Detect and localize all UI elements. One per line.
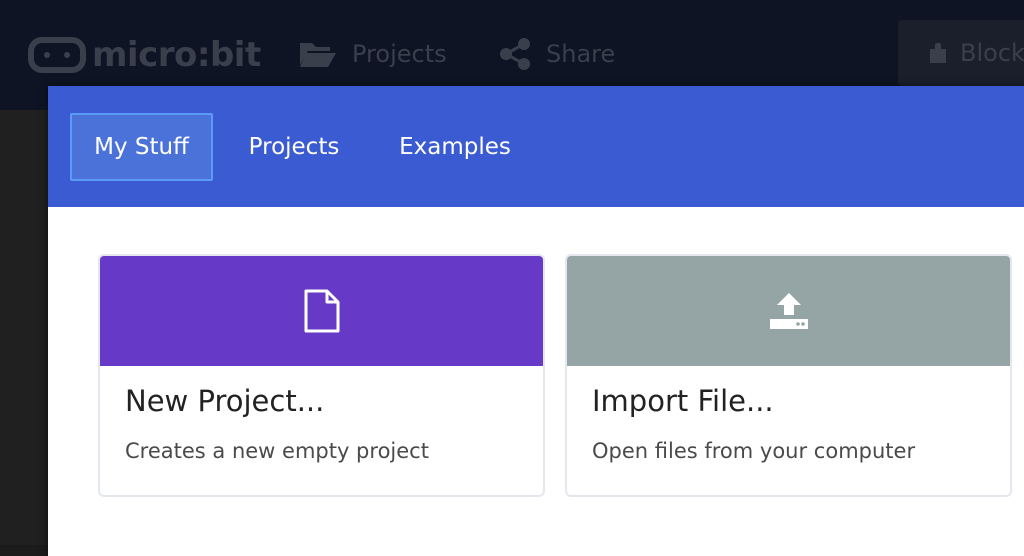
new-project-card-header (100, 256, 543, 366)
tab-my-stuff[interactable]: My Stuff (70, 113, 213, 181)
tab-my-stuff-label: My Stuff (94, 134, 189, 160)
microbit-logo-icon (28, 37, 86, 73)
share-menu-button[interactable]: Share (498, 38, 615, 70)
share-menu-label: Share (546, 40, 616, 68)
home-dialog: My Stuff Projects Examples New Project..… (48, 86, 1024, 556)
new-project-description: Creates a new empty project (125, 439, 429, 463)
tab-examples[interactable]: Examples (392, 113, 518, 181)
projects-menu-label: Projects (352, 40, 447, 68)
upload-icon (769, 293, 808, 329)
folder-open-icon (300, 43, 336, 67)
editor-background (0, 110, 48, 545)
blocks-label: Block (960, 39, 1024, 67)
import-file-card[interactable]: Import File... Open files from your comp… (565, 254, 1012, 497)
import-file-description: Open files from your computer (592, 439, 916, 463)
brand-name: micro:bit (92, 35, 261, 75)
tab-projects-label: Projects (248, 134, 340, 160)
brand-logo[interactable]: micro:bit (28, 35, 261, 75)
puzzle-icon (930, 43, 946, 63)
import-file-card-header (567, 256, 1010, 366)
tab-examples-label: Examples (399, 134, 511, 160)
file-icon (304, 289, 339, 333)
import-file-title: Import File... (592, 384, 774, 418)
projects-menu-button[interactable]: Projects (298, 38, 447, 70)
share-icon (500, 38, 530, 70)
dialog-header: My Stuff Projects Examples (48, 86, 1024, 207)
blocks-button[interactable]: Block (898, 20, 1024, 86)
new-project-title: New Project... (125, 384, 325, 418)
tab-projects[interactable]: Projects (238, 113, 350, 181)
new-project-card[interactable]: New Project... Creates a new empty proje… (98, 254, 545, 497)
